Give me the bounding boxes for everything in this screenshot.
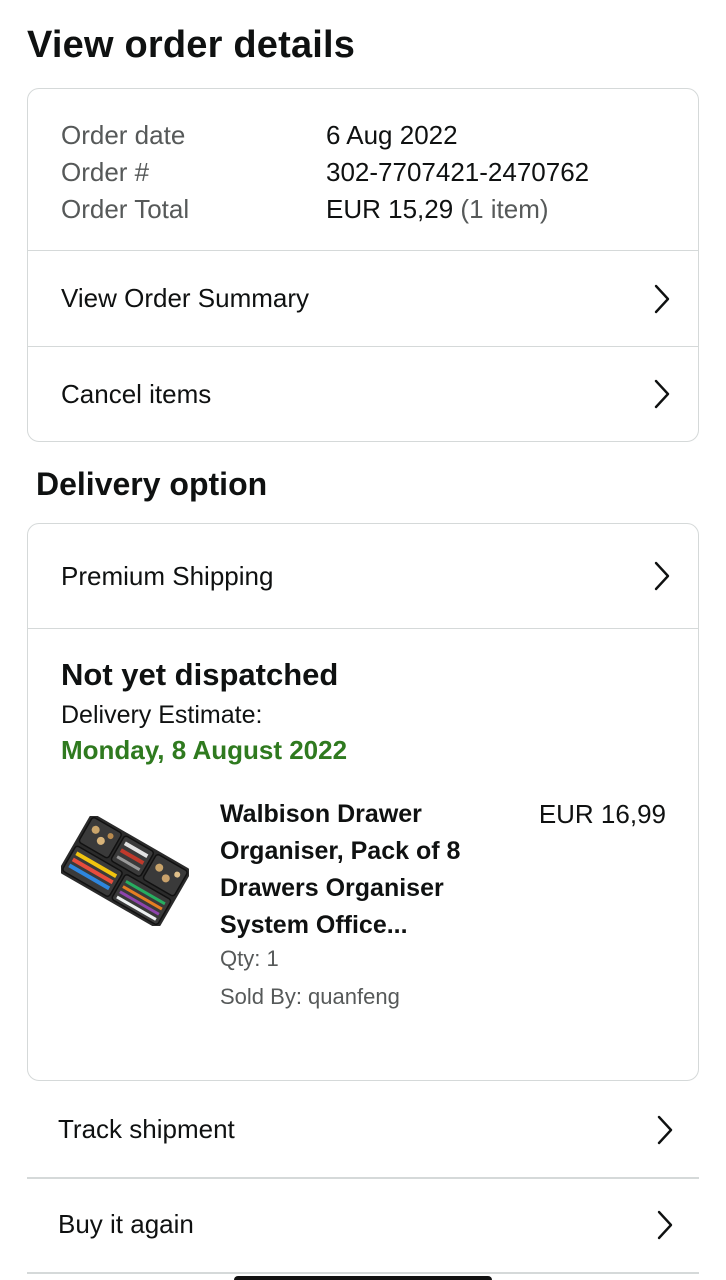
home-indicator[interactable]	[234, 1276, 492, 1280]
order-date-row: Order date 6 Aug 2022	[61, 117, 698, 154]
order-total-label: Order Total	[61, 194, 190, 224]
buy-it-again-label: Buy it again	[58, 1209, 194, 1239]
order-item: Walbison Drawer Organiser, Pack of 8 Dra…	[59, 796, 698, 1036]
order-total-row: Order Total EUR 15,29 (1 item)	[61, 191, 698, 228]
delivery-card: Premium Shipping Not yet dispatched Deli…	[27, 523, 699, 1081]
chevron-right-icon	[657, 1115, 673, 1145]
page-title: View order details	[27, 24, 356, 66]
cancel-items-label: Cancel items	[61, 378, 212, 409]
order-total-items: (1 item)	[460, 194, 549, 224]
order-number-label: Order #	[61, 157, 150, 187]
delivery-section-title: Delivery option	[36, 466, 268, 502]
buy-it-again-button[interactable]: Buy it again	[27, 1177, 699, 1272]
shipment-block: Not yet dispatched Delivery Estimate: Mo…	[28, 629, 698, 1036]
shipping-option-label: Premium Shipping	[61, 560, 274, 591]
view-order-summary-label: View Order Summary	[61, 283, 310, 313]
view-order-summary-button[interactable]: View Order Summary	[28, 251, 698, 347]
order-date-value: 6 Aug 2022	[326, 120, 458, 150]
order-number-value: 302-7707421-2470762	[326, 157, 590, 187]
order-card: Order date 6 Aug 2022 Order # 302-770742…	[27, 88, 699, 442]
cancel-items-button[interactable]: Cancel items	[28, 347, 698, 441]
track-shipment-button[interactable]: Track shipment	[27, 1082, 699, 1177]
product-price: EUR 16,99	[538, 799, 666, 829]
order-total-value: EUR 15,29 (1 item)	[326, 194, 549, 225]
shipment-status: Not yet dispatched	[61, 657, 339, 692]
product-title-link[interactable]: Walbison Drawer Organiser, Pack of 8 Dra…	[220, 796, 510, 944]
order-details-page: View order details Order date 6 Aug 2022…	[0, 0, 726, 1280]
delivery-estimate-label: Delivery Estimate:	[61, 701, 263, 729]
premium-shipping-button[interactable]: Premium Shipping	[28, 524, 698, 629]
order-total-amount: EUR 15,29	[326, 194, 454, 224]
product-seller: Sold By: quanfeng	[220, 984, 400, 1009]
track-shipment-label: Track shipment	[58, 1114, 235, 1144]
product-quantity: Qty: 1	[220, 946, 279, 971]
order-info: Order date 6 Aug 2022 Order # 302-770742…	[28, 89, 698, 251]
order-number-row: Order # 302-7707421-2470762	[61, 154, 698, 191]
delivery-estimate-date: Monday, 8 August 2022	[61, 735, 348, 765]
order-date-label: Order date	[61, 120, 186, 150]
product-image[interactable]	[59, 814, 191, 928]
chevron-right-icon	[654, 284, 670, 314]
chevron-right-icon	[657, 1210, 673, 1240]
chevron-right-icon	[654, 561, 670, 591]
chevron-right-icon	[654, 379, 670, 409]
divider	[27, 1272, 699, 1274]
